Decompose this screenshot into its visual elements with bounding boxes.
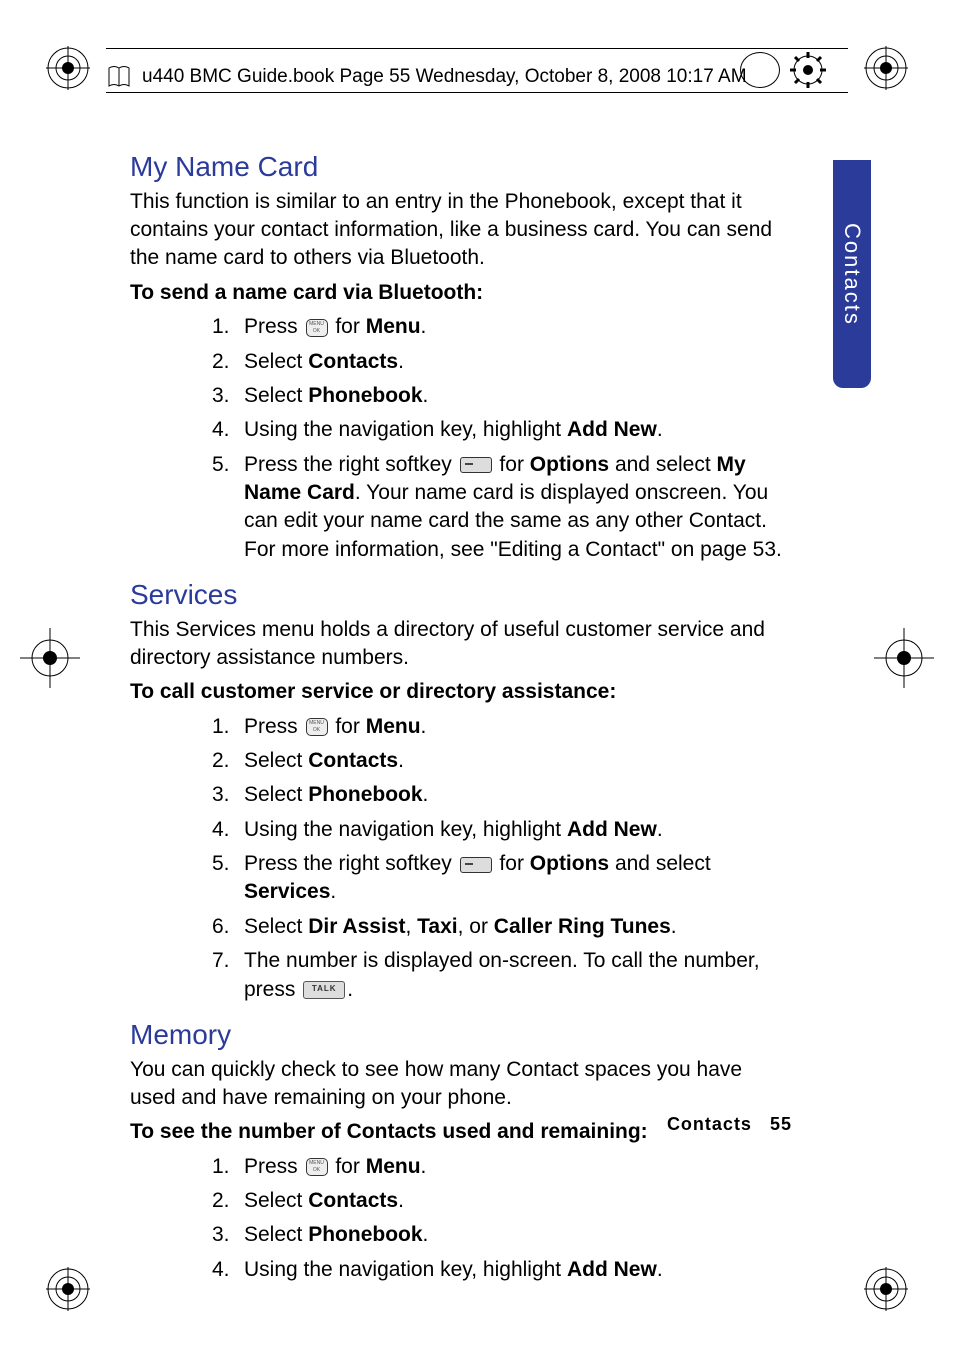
- list-item: 3.Select Phonebook.: [212, 1221, 790, 1249]
- list-item: 3.Select Phonebook.: [212, 781, 790, 809]
- list-item: 5.Press the right softkey for Options an…: [212, 451, 790, 564]
- heading-memory: Memory: [130, 1016, 790, 1054]
- header-rule-top: [106, 48, 848, 49]
- menu-key-icon: MENUOK: [306, 718, 328, 736]
- side-tab-label: Contacts: [839, 223, 865, 326]
- heading-my-name-card: My Name Card: [130, 148, 790, 186]
- page-footer: Contacts 55: [667, 1114, 792, 1135]
- crosshair-icon: [874, 628, 934, 688]
- steps-my-name-card: 1.Press MENUOK for Menu. 2.Select Contac…: [212, 313, 790, 564]
- list-item: 1.Press MENUOK for Menu.: [212, 1153, 790, 1181]
- subhead-my-name-card: To send a name card via Bluetooth:: [130, 279, 790, 307]
- intro-services: This Services menu holds a directory of …: [130, 616, 790, 673]
- list-item: 5.Press the right softkey for Options an…: [212, 850, 790, 907]
- registration-mark-icon: [46, 46, 90, 90]
- list-item: 1.Press MENUOK for Menu.: [212, 713, 790, 741]
- list-item: 4.Using the navigation key, highlight Ad…: [212, 1256, 790, 1284]
- steps-memory: 1.Press MENUOK for Menu. 2.Select Contac…: [212, 1153, 790, 1284]
- list-item: 4.Using the navigation key, highlight Ad…: [212, 816, 790, 844]
- softkey-icon: [460, 857, 492, 873]
- steps-services: 1.Press MENUOK for Menu. 2.Select Contac…: [212, 713, 790, 1004]
- list-item: 7.The number is displayed on-screen. To …: [212, 947, 790, 1004]
- crosshair-icon: [20, 628, 80, 688]
- list-item: 3.Select Phonebook.: [212, 382, 790, 410]
- book-icon: [106, 64, 132, 90]
- list-item: 1.Press MENUOK for Menu.: [212, 313, 790, 341]
- footer-page-number: 55: [770, 1114, 792, 1134]
- intro-my-name-card: This function is similar to an entry in …: [130, 188, 790, 273]
- subhead-services: To call customer service or directory as…: [130, 678, 790, 706]
- header-text: u440 BMC Guide.book Page 55 Wednesday, O…: [142, 66, 747, 88]
- registration-mark-icon: [864, 46, 908, 90]
- registration-mark-icon: [46, 1267, 90, 1311]
- registration-mark-icon: [864, 1267, 908, 1311]
- intro-memory: You can quickly check to see how many Co…: [130, 1056, 790, 1113]
- footer-section: Contacts: [667, 1114, 752, 1134]
- menu-key-icon: MENUOK: [306, 1158, 328, 1176]
- heading-services: Services: [130, 576, 790, 614]
- list-item: 2.Select Contacts.: [212, 747, 790, 775]
- talk-key-icon: TALK: [303, 981, 345, 999]
- side-tab-contacts: Contacts: [833, 160, 871, 388]
- menu-key-icon: MENUOK: [306, 319, 328, 337]
- list-item: 2.Select Contacts.: [212, 1187, 790, 1215]
- header-rule-bottom: [106, 92, 848, 93]
- page-header: u440 BMC Guide.book Page 55 Wednesday, O…: [106, 62, 848, 92]
- list-item: 2.Select Contacts.: [212, 348, 790, 376]
- list-item: 4.Using the navigation key, highlight Ad…: [212, 416, 790, 444]
- softkey-icon: [460, 457, 492, 473]
- list-item: 6.Select Dir Assist, Taxi, or Caller Rin…: [212, 913, 790, 941]
